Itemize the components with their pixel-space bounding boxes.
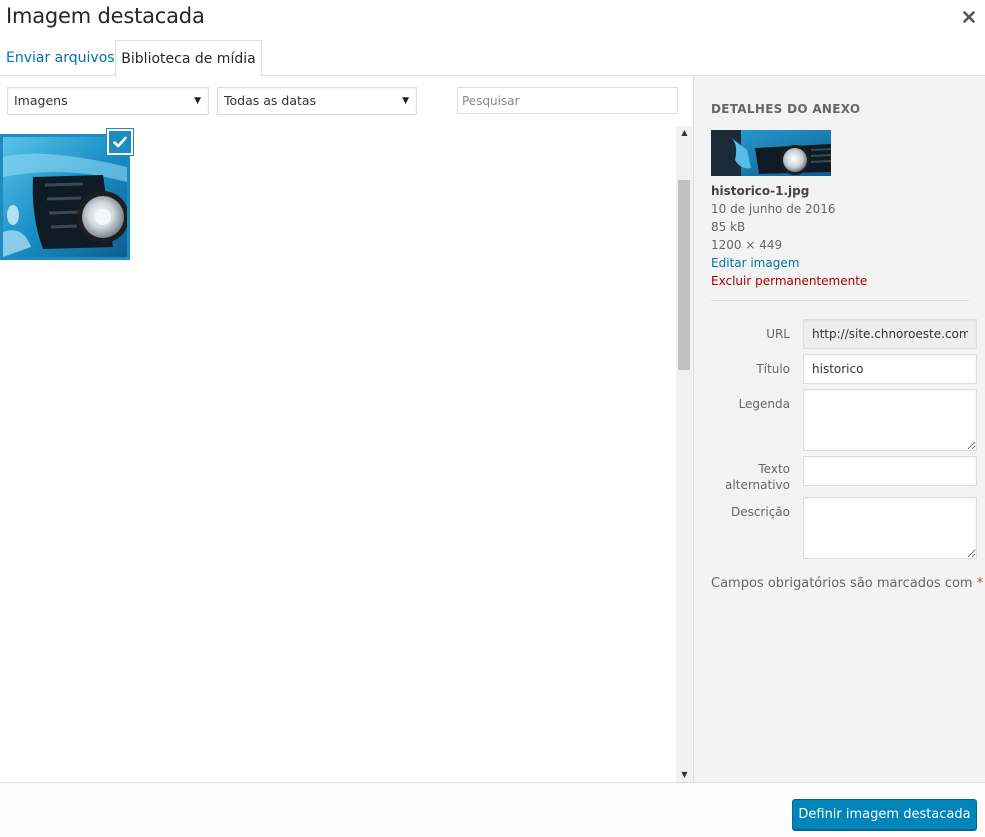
checkmark-icon bbox=[113, 136, 127, 148]
modal-title: Imagem destacada bbox=[6, 4, 205, 28]
date-filter-select-value: Todas as datas bbox=[224, 93, 317, 108]
tab-media-library[interactable]: Biblioteca de mídia bbox=[115, 40, 262, 77]
close-icon bbox=[963, 11, 975, 23]
modal-footer: Definir imagem destacada bbox=[0, 782, 985, 837]
set-featured-image-button[interactable]: Definir imagem destacada bbox=[792, 799, 977, 830]
description-field[interactable] bbox=[803, 497, 977, 559]
alt-text-label-line2: alternativo bbox=[725, 478, 790, 492]
description-label: Descrição bbox=[730, 505, 790, 519]
required-note-text: Campos obrigatórios são marcados com bbox=[711, 576, 973, 591]
details-divider bbox=[711, 300, 969, 301]
media-search-input[interactable] bbox=[457, 87, 678, 114]
tab-upload-files[interactable]: Enviar arquivos bbox=[6, 40, 115, 76]
required-fields-note: Campos obrigatórios são marcados com * bbox=[711, 576, 983, 591]
delete-permanently-link[interactable]: Excluir permanentemente bbox=[711, 272, 867, 290]
media-type-select-value: Imagens bbox=[14, 93, 68, 108]
scroll-up-arrow-icon[interactable]: ▲ bbox=[676, 126, 693, 140]
caption-field[interactable] bbox=[803, 389, 977, 451]
url-label: URL bbox=[766, 327, 790, 341]
attachment-info: historico-1.jpg 10 de junho de 2016 85 k… bbox=[711, 182, 867, 290]
scroll-down-arrow-icon[interactable]: ▼ bbox=[676, 768, 693, 782]
title-label: Título bbox=[756, 362, 790, 376]
car-headlight-image bbox=[3, 137, 127, 257]
details-heading: DETALHES DO ANEXO bbox=[711, 102, 861, 116]
details-thumbnail bbox=[711, 130, 831, 176]
alt-text-label-line1: Texto bbox=[758, 462, 790, 476]
attachments-grid bbox=[0, 126, 676, 782]
date-filter-select[interactable]: Todas as datas ▼ bbox=[217, 87, 417, 115]
dropdown-arrow-icon: ▼ bbox=[194, 96, 201, 106]
attachment-filename: historico-1.jpg bbox=[711, 184, 810, 198]
required-star: * bbox=[976, 576, 984, 591]
close-button[interactable] bbox=[958, 6, 980, 28]
edit-image-link[interactable]: Editar imagem bbox=[711, 254, 867, 272]
media-tabs: Enviar arquivos Biblioteca de mídia bbox=[0, 40, 985, 77]
media-type-select[interactable]: Imagens ▼ bbox=[7, 87, 209, 115]
caption-label: Legenda bbox=[738, 397, 790, 411]
alt-text-field[interactable] bbox=[803, 456, 977, 486]
title-field[interactable] bbox=[803, 354, 977, 384]
selected-check-button[interactable] bbox=[107, 129, 133, 155]
attachments-scrollbar[interactable]: ▲ ▼ bbox=[676, 126, 693, 782]
scrollbar-thumb[interactable] bbox=[678, 180, 690, 370]
url-field[interactable] bbox=[803, 319, 977, 349]
attachment-date: 10 de junho de 2016 bbox=[711, 202, 836, 216]
attachment-details-sidebar: DETALHES DO ANEXO historico-1.jpg 10 de … bbox=[693, 76, 985, 782]
alt-text-label: Texto alternativo bbox=[694, 461, 790, 493]
car-headlight-preview-image bbox=[711, 130, 831, 176]
dropdown-arrow-icon: ▼ bbox=[402, 96, 409, 106]
attachment-dimensions: 1200 × 449 bbox=[711, 238, 783, 252]
attachment-size: 85 kB bbox=[711, 220, 746, 234]
media-filters: Imagens ▼ Todas as datas ▼ bbox=[0, 76, 693, 126]
